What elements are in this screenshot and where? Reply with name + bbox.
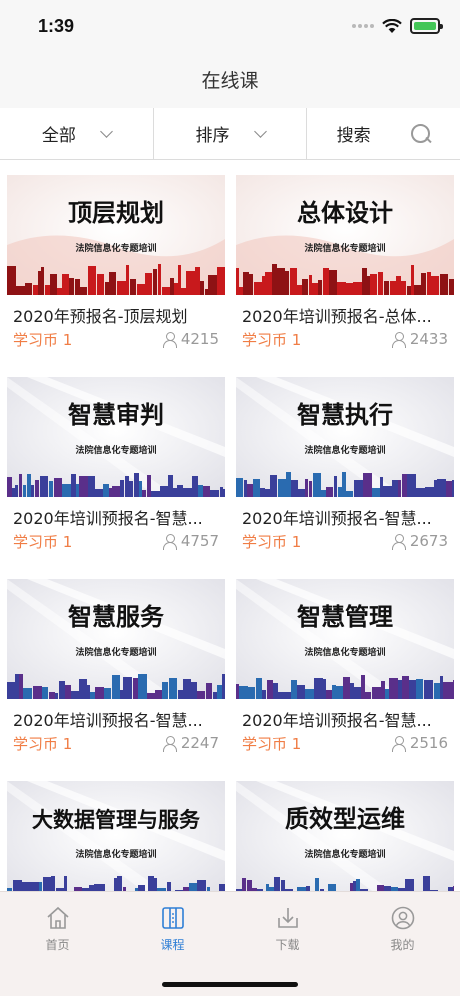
- course-views: 2433: [391, 330, 448, 348]
- page-title: 在线课: [201, 70, 259, 92]
- course-card[interactable]: 智慧审判法院信息化专题培训 2020年培训预报名-智慧... 学习币 1 475…: [7, 377, 225, 572]
- course-price: 学习币 1: [242, 331, 302, 349]
- course-thumbnail: 智慧服务法院信息化专题培训: [7, 579, 225, 699]
- course-price: 学习币 1: [242, 735, 302, 753]
- course-price: 学习币 1: [13, 533, 73, 551]
- course-card[interactable]: 顶层规划法院信息化专题培训 2020年预报名-顶层规划 学习币 1 4215: [7, 175, 225, 370]
- nav-bar: 在线课: [0, 54, 460, 108]
- banner-subtitle: 法院信息化专题培训: [75, 646, 156, 658]
- view-count: 4757: [180, 532, 219, 550]
- home-icon: [46, 906, 69, 929]
- tab-label: 首页: [45, 938, 70, 952]
- course-card[interactable]: 智慧执行法院信息化专题培训 2020年培训预报名-智慧... 学习币 1 267…: [236, 377, 454, 572]
- course-price: 学习币 1: [13, 735, 73, 753]
- banner-subtitle: 法院信息化专题培训: [75, 848, 156, 860]
- course-title: 2020年培训预报名-智慧...: [242, 509, 432, 528]
- banner-subtitle: 法院信息化专题培训: [304, 444, 385, 456]
- wifi-icon: [382, 18, 402, 33]
- course-views: 2516: [391, 734, 448, 752]
- course-views: 2247: [162, 734, 219, 752]
- course-thumbnail: 顶层规划法院信息化专题培训: [7, 175, 225, 295]
- status-time: 1:39: [38, 16, 75, 36]
- banner-subtitle: 法院信息化专题培训: [304, 848, 385, 860]
- user-icon: [162, 533, 177, 550]
- course-views: 2673: [391, 532, 448, 550]
- course-card[interactable]: 质效型运维法院信息化专题培训: [236, 781, 454, 891]
- banner-title: 智慧管理: [297, 603, 393, 631]
- course-title: 2020年培训预报名-总体...: [242, 307, 432, 326]
- search-button[interactable]: 搜索: [307, 108, 460, 159]
- course-thumbnail: 总体设计法院信息化专题培训: [236, 175, 454, 295]
- course-price: 学习币 1: [242, 533, 302, 551]
- download-icon: [277, 908, 298, 928]
- view-count: 2247: [180, 734, 219, 752]
- course-thumbnail: 智慧审判法院信息化专题培训: [7, 377, 225, 497]
- banner-subtitle: 法院信息化专题培训: [304, 646, 385, 658]
- signal-icon: [352, 24, 374, 28]
- banner-title: 顶层规划: [68, 199, 164, 227]
- filter-all-label: 全部: [41, 126, 76, 146]
- course-card[interactable]: 智慧服务法院信息化专题培训 2020年培训预报名-智慧... 学习币 1 224…: [7, 579, 225, 774]
- search-label: 搜索: [336, 126, 371, 146]
- course-price: 学习币 1: [13, 331, 73, 349]
- course-thumbnail: 智慧执行法院信息化专题培训: [236, 377, 454, 497]
- tab-course[interactable]: 课程: [115, 892, 230, 996]
- tab-home[interactable]: 首页: [0, 892, 115, 996]
- course-title: 2020年培训预报名-智慧...: [13, 711, 203, 730]
- status-icons: [352, 18, 443, 34]
- banner-subtitle: 法院信息化专题培训: [75, 242, 156, 254]
- user-icon: [162, 331, 177, 348]
- course-title: 2020年预报名-顶层规划: [13, 307, 188, 326]
- view-count: 2516: [409, 734, 448, 752]
- user-icon: [391, 533, 406, 550]
- view-count: 2433: [409, 330, 448, 348]
- tab-label: 我的: [390, 938, 415, 952]
- user-icon: [391, 735, 406, 752]
- tab-label: 下载: [275, 938, 300, 952]
- banner-subtitle: 法院信息化专题培训: [75, 444, 156, 456]
- course-title: 2020年培训预报名-智慧...: [13, 509, 203, 528]
- banner-title: 智慧审判: [68, 401, 164, 429]
- banner-title: 质效型运维: [285, 805, 405, 833]
- tab-download[interactable]: 下载: [230, 892, 345, 996]
- course-icon: [161, 907, 184, 929]
- sort-dropdown[interactable]: 排序: [154, 108, 308, 159]
- battery-icon: [410, 18, 443, 34]
- banner-subtitle: 法院信息化专题培训: [304, 242, 385, 254]
- course-views: 4757: [162, 532, 219, 550]
- banner-title: 智慧执行: [297, 401, 393, 429]
- chevron-down-icon: [99, 124, 113, 138]
- banner-title: 大数据管理与服务: [32, 808, 201, 832]
- view-count: 4215: [180, 330, 219, 348]
- filter-bar: 全部 排序 搜索: [0, 108, 460, 160]
- course-grid: 顶层规划法院信息化专题培训 2020年预报名-顶层规划 学习币 1 4215 总…: [0, 161, 460, 891]
- user-icon: [162, 735, 177, 752]
- course-card[interactable]: 智慧管理法院信息化专题培训 2020年培训预报名-智慧... 学习币 1 251…: [236, 579, 454, 774]
- profile-icon: [391, 906, 414, 930]
- course-card[interactable]: 总体设计法院信息化专题培训 2020年培训预报名-总体... 学习币 1 243…: [236, 175, 454, 370]
- sort-label: 排序: [195, 126, 230, 146]
- tab-label: 课程: [160, 938, 185, 952]
- course-thumbnail: 大数据管理与服务法院信息化专题培训: [7, 781, 225, 891]
- view-count: 2673: [409, 532, 448, 550]
- status-bar: 1:39: [0, 0, 460, 54]
- course-title: 2020年培训预报名-智慧...: [242, 711, 432, 730]
- chevron-down-icon: [253, 124, 267, 138]
- home-indicator: [162, 982, 298, 987]
- banner-title: 智慧服务: [68, 603, 165, 631]
- user-icon: [391, 331, 406, 348]
- tab-bar: 首页 课程 下载 我的: [0, 891, 460, 996]
- tab-profile[interactable]: 我的: [345, 892, 460, 996]
- course-views: 4215: [162, 330, 219, 348]
- filter-all-dropdown[interactable]: 全部: [0, 108, 154, 159]
- search-icon: [410, 123, 431, 144]
- course-thumbnail: 质效型运维法院信息化专题培训: [236, 781, 454, 891]
- course-card[interactable]: 大数据管理与服务法院信息化专题培训: [7, 781, 225, 891]
- banner-title: 总体设计: [297, 199, 393, 227]
- course-thumbnail: 智慧管理法院信息化专题培训: [236, 579, 454, 699]
